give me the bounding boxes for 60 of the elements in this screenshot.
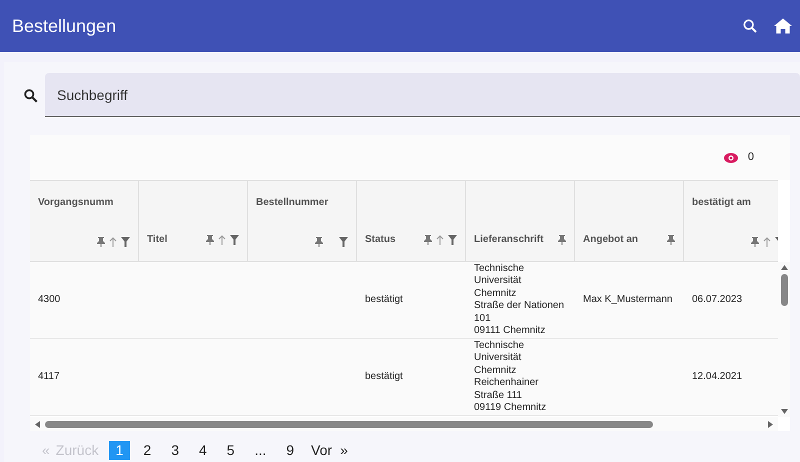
pin-icon[interactable] bbox=[315, 237, 323, 247]
column-header[interactable]: Lieferanschrift bbox=[466, 181, 575, 261]
page-button[interactable]: 5 bbox=[220, 441, 242, 460]
arrow-up-icon[interactable] bbox=[218, 234, 226, 244]
table-cell: Technische Universität Chemnitz Straße der Nationen 101 09111 Chemnitz bbox=[474, 262, 564, 338]
table-cell: 4117 bbox=[38, 370, 60, 384]
pin-icon[interactable] bbox=[558, 234, 566, 244]
column-header[interactable]: Status bbox=[357, 181, 466, 261]
app-title: Bestellungen bbox=[12, 14, 118, 38]
next-page-button[interactable]: Vor » bbox=[307, 440, 352, 461]
horizontal-scrollbar[interactable] bbox=[30, 417, 778, 431]
column-header[interactable]: Titel bbox=[139, 181, 248, 261]
scroll-left-icon[interactable] bbox=[34, 420, 41, 428]
filter-icon[interactable] bbox=[230, 234, 239, 244]
arrow-up-icon[interactable] bbox=[436, 234, 444, 244]
column-label: bestätigt am bbox=[692, 196, 751, 210]
table-cell: 12.04.2021 bbox=[692, 370, 742, 384]
pin-icon[interactable] bbox=[667, 234, 675, 244]
search-field[interactable]: Suchbegriff bbox=[44, 73, 800, 117]
table-cell: 4300 bbox=[38, 294, 60, 306]
search-icon[interactable] bbox=[742, 18, 758, 34]
scroll-up-icon[interactable] bbox=[780, 264, 788, 271]
column-header[interactable]: Vorgangsnumm bbox=[30, 181, 139, 261]
page-button[interactable]: 3 bbox=[164, 441, 186, 460]
page-button[interactable]: 2 bbox=[136, 441, 158, 460]
arrow-up-icon[interactable] bbox=[763, 237, 771, 247]
column-header[interactable]: bestätigt am bbox=[684, 181, 778, 261]
vertical-scrollbar[interactable] bbox=[778, 262, 790, 417]
column-label: Lieferanschrift bbox=[474, 233, 544, 247]
page-button[interactable]: 9 bbox=[279, 441, 302, 460]
scroll-down-icon[interactable] bbox=[780, 408, 788, 415]
column-label: Status bbox=[365, 233, 396, 247]
column-label: Bestellnummer bbox=[256, 196, 328, 210]
search-icon bbox=[23, 88, 38, 102]
page-button[interactable]: ... bbox=[248, 441, 274, 460]
pin-icon[interactable] bbox=[206, 234, 214, 244]
table-cell: bestätigt bbox=[365, 294, 403, 306]
table-cell: bestätigt bbox=[365, 370, 403, 384]
scroll-thumb[interactable] bbox=[45, 420, 653, 428]
eye-icon[interactable] bbox=[724, 152, 738, 162]
column-header[interactable]: Angebot an bbox=[575, 181, 684, 261]
column-label: Titel bbox=[147, 233, 168, 247]
table-cell: 06.07.2023 bbox=[692, 294, 742, 306]
scroll-thumb[interactable] bbox=[780, 274, 788, 306]
pin-icon[interactable] bbox=[424, 234, 432, 244]
scroll-right-icon[interactable] bbox=[767, 420, 774, 428]
column-header[interactable]: Bestellnummer bbox=[248, 181, 357, 261]
arrow-up-icon[interactable] bbox=[109, 237, 117, 247]
table-cell: Max K_Mustermann bbox=[583, 294, 672, 306]
filter-icon[interactable] bbox=[339, 237, 348, 247]
hidden-count: 0 bbox=[748, 150, 754, 166]
pin-icon[interactable] bbox=[751, 237, 759, 247]
filter-icon[interactable] bbox=[448, 234, 457, 244]
page-button[interactable]: 4 bbox=[192, 441, 214, 460]
column-label: Angebot an bbox=[583, 233, 638, 247]
column-label: Vorgangsnumm bbox=[38, 196, 114, 210]
filter-icon[interactable] bbox=[121, 237, 130, 247]
home-icon[interactable] bbox=[774, 18, 792, 34]
pin-icon[interactable] bbox=[97, 237, 105, 247]
table-cell: Technische Universität Chemnitz Reichenhainer Straße 111 09119 Chemnitz bbox=[474, 340, 546, 414]
